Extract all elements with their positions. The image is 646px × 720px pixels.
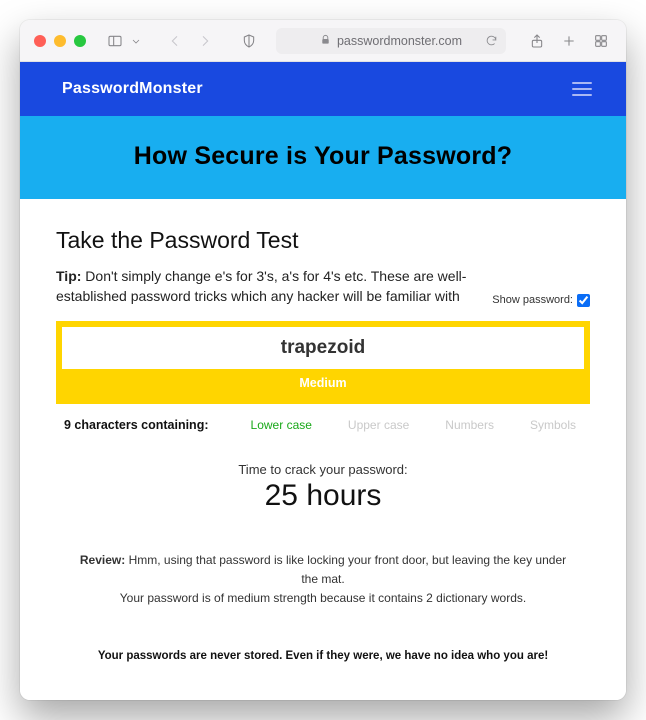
site-navbar: PasswordMonster <box>20 62 626 116</box>
section-heading: Take the Password Test <box>56 227 590 254</box>
crack-time-label: Time to crack your password: <box>56 462 590 477</box>
minimize-window-button[interactable] <box>54 35 66 47</box>
password-box: Medium <box>56 321 590 404</box>
hamburger-menu-icon[interactable] <box>572 82 592 96</box>
sidebar-toggle-icon[interactable] <box>104 30 126 52</box>
character-summary-row: 9 characters containing: Lower case Uppe… <box>56 404 590 438</box>
refresh-icon[interactable] <box>485 34 498 47</box>
back-button[interactable] <box>164 30 186 52</box>
window-controls <box>34 35 86 47</box>
close-window-button[interactable] <box>34 35 46 47</box>
hero-banner: How Secure is Your Password? <box>20 116 626 199</box>
chevron-down-icon[interactable] <box>130 30 142 52</box>
shield-icon[interactable] <box>238 30 260 52</box>
browser-window: passwordmonster.com PasswordMonster <box>20 20 626 700</box>
maximize-window-button[interactable] <box>74 35 86 47</box>
new-tab-icon[interactable] <box>558 30 580 52</box>
tip-label: Tip: <box>56 268 81 284</box>
show-password-toggle[interactable]: Show password: <box>492 293 590 309</box>
forward-button[interactable] <box>194 30 216 52</box>
char-type-symbols: Symbols <box>530 418 576 432</box>
crack-time-section: Time to crack your password: 25 hours <box>56 462 590 513</box>
browser-titlebar: passwordmonster.com <box>20 20 626 62</box>
password-input[interactable] <box>62 327 584 369</box>
lock-icon <box>320 34 331 48</box>
disclaimer-text: Your passwords are never stored. Even if… <box>56 650 590 662</box>
main-content: Take the Password Test Tip: Don't simply… <box>20 199 626 700</box>
review-section: Review: Hmm, using that password is like… <box>56 551 590 609</box>
hero-title: How Secure is Your Password? <box>30 142 616 171</box>
crack-time-value: 25 hours <box>56 479 590 513</box>
address-bar-host: passwordmonster.com <box>337 34 462 48</box>
site-brand[interactable]: PasswordMonster <box>62 80 203 98</box>
strength-indicator: Medium <box>62 369 584 398</box>
char-type-upper: Upper case <box>348 418 409 432</box>
char-type-lower: Lower case <box>251 418 312 432</box>
tabs-overview-icon[interactable] <box>590 30 612 52</box>
show-password-checkbox[interactable] <box>577 294 590 307</box>
review-line-2: Your password is of medium strength beca… <box>120 591 526 605</box>
review-label: Review: <box>80 553 125 567</box>
tip-text: Tip: Don't simply change e's for 3's, a'… <box>56 266 590 307</box>
show-password-label: Show password: <box>492 293 573 309</box>
share-icon[interactable] <box>526 30 548 52</box>
tip-body: Don't simply change e's for 3's, a's for… <box>56 268 466 304</box>
address-bar[interactable]: passwordmonster.com <box>276 28 506 54</box>
review-line-1: Hmm, using that password is like locking… <box>129 553 567 586</box>
page-content: PasswordMonster How Secure is Your Passw… <box>20 62 626 700</box>
character-count-label: 9 characters containing: <box>64 418 209 432</box>
char-type-numbers: Numbers <box>445 418 494 432</box>
